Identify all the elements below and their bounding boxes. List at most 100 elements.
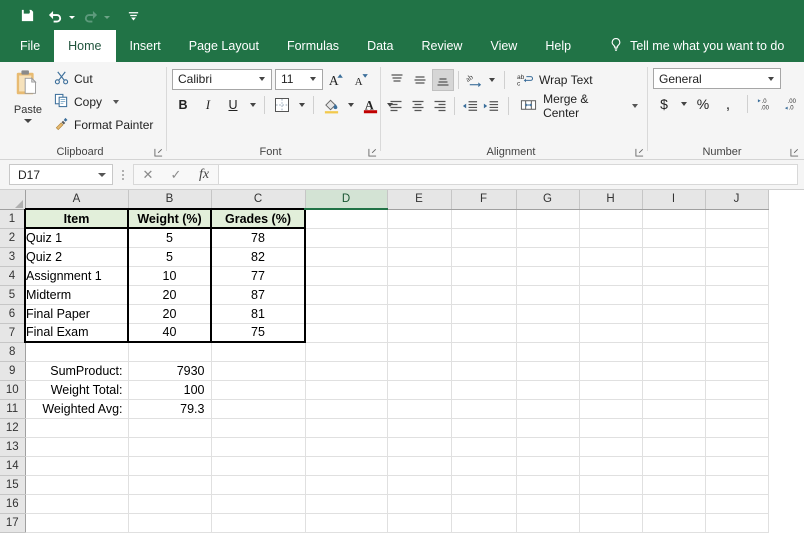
cell-e13[interactable] (387, 437, 452, 457)
cell-e3[interactable] (387, 247, 452, 267)
cell-a12[interactable] (25, 418, 129, 438)
align-middle-icon[interactable] (409, 69, 431, 91)
cell-h11[interactable] (579, 399, 643, 419)
cell-i6[interactable] (642, 304, 706, 324)
cell-d10[interactable] (305, 380, 388, 400)
cell-b13[interactable] (128, 437, 212, 457)
currency-format-button[interactable]: $ (653, 93, 675, 115)
cell-h14[interactable] (579, 456, 643, 476)
cell-d15[interactable] (305, 475, 388, 495)
font-dialog-launcher-icon[interactable] (368, 148, 377, 157)
cell-d8[interactable] (305, 342, 388, 362)
cell-g1[interactable] (516, 209, 580, 229)
font-size-combo[interactable]: 11 (275, 68, 323, 90)
cell-g4[interactable] (516, 266, 580, 286)
currency-dropdown-icon[interactable] (678, 93, 689, 115)
tab-insert[interactable]: Insert (116, 30, 175, 62)
cell-i17[interactable] (642, 513, 706, 533)
cell-h9[interactable] (579, 361, 643, 381)
cell-i5[interactable] (642, 285, 706, 305)
cell-d9[interactable] (305, 361, 388, 381)
undo-icon[interactable] (42, 3, 68, 27)
tab-view[interactable]: View (476, 30, 531, 62)
cell-c10[interactable] (211, 380, 306, 400)
row-header-1[interactable]: 1 (0, 209, 26, 229)
row-header-2[interactable]: 2 (0, 228, 26, 248)
cell-b9[interactable]: 7930 (128, 361, 212, 381)
column-header-i[interactable]: I (642, 190, 706, 210)
wrap-text-button[interactable]: ab c Wrap Text (512, 69, 597, 91)
borders-icon[interactable] (271, 94, 293, 116)
name-box[interactable]: D17 (9, 164, 113, 185)
cell-f3[interactable] (451, 247, 517, 267)
underline-dropdown-icon[interactable] (247, 94, 258, 116)
cell-j4[interactable] (705, 266, 769, 286)
cell-h2[interactable] (579, 228, 643, 248)
font-name-combo[interactable]: Calibri (172, 68, 272, 90)
tab-data[interactable]: Data (353, 30, 407, 62)
row-header-3[interactable]: 3 (0, 247, 26, 267)
cell-c8[interactable] (211, 342, 306, 362)
cell-i16[interactable] (642, 494, 706, 514)
cell-e5[interactable] (387, 285, 452, 305)
row-header-13[interactable]: 13 (0, 437, 26, 457)
row-header-6[interactable]: 6 (0, 304, 26, 324)
tell-me-search[interactable]: Tell me what you want to do (609, 30, 784, 62)
borders-dropdown-icon[interactable] (296, 94, 307, 116)
cell-j8[interactable] (705, 342, 769, 362)
cell-f14[interactable] (451, 456, 517, 476)
cell-b6[interactable]: 20 (127, 304, 212, 324)
row-header-7[interactable]: 7 (0, 323, 26, 343)
cell-h6[interactable] (579, 304, 643, 324)
cell-d4[interactable] (305, 266, 388, 286)
cell-f16[interactable] (451, 494, 517, 514)
cell-d11[interactable] (305, 399, 388, 419)
cell-f9[interactable] (451, 361, 517, 381)
cell-a3[interactable]: Quiz 2 (24, 247, 129, 267)
number-dialog-launcher-icon[interactable] (790, 148, 799, 157)
cell-i2[interactable] (642, 228, 706, 248)
cell-c12[interactable] (211, 418, 306, 438)
cell-a13[interactable] (25, 437, 129, 457)
cell-h4[interactable] (579, 266, 643, 286)
tab-help[interactable]: Help (531, 30, 585, 62)
cell-j3[interactable] (705, 247, 769, 267)
align-left-icon[interactable] (386, 95, 407, 117)
cell-e17[interactable] (387, 513, 452, 533)
redo-button[interactable] (77, 3, 110, 27)
enter-icon[interactable]: ✓ (162, 165, 190, 184)
cell-c3[interactable]: 82 (210, 247, 306, 267)
orientation-icon[interactable]: ab (463, 69, 485, 91)
row-header-10[interactable]: 10 (0, 380, 26, 400)
cell-i11[interactable] (642, 399, 706, 419)
cell-e14[interactable] (387, 456, 452, 476)
tab-home[interactable]: Home (54, 30, 116, 62)
column-header-a[interactable]: A (25, 190, 129, 210)
cell-g14[interactable] (516, 456, 580, 476)
increase-font-size-icon[interactable]: A (326, 68, 348, 90)
row-header-16[interactable]: 16 (0, 494, 26, 514)
cell-c6[interactable]: 81 (210, 304, 306, 324)
cell-j1[interactable] (705, 209, 769, 229)
cell-g11[interactable] (516, 399, 580, 419)
cell-d12[interactable] (305, 418, 388, 438)
row-header-4[interactable]: 4 (0, 266, 26, 286)
clipboard-dialog-launcher-icon[interactable] (154, 148, 163, 157)
cell-g12[interactable] (516, 418, 580, 438)
cell-b12[interactable] (128, 418, 212, 438)
cell-f17[interactable] (451, 513, 517, 533)
cell-f2[interactable] (451, 228, 517, 248)
cell-c9[interactable] (211, 361, 306, 381)
merge-center-dropdown-icon[interactable] (632, 104, 638, 108)
cell-a10[interactable]: Weight Total: (25, 380, 129, 400)
cell-d14[interactable] (305, 456, 388, 476)
cell-i14[interactable] (642, 456, 706, 476)
cell-b4[interactable]: 10 (127, 266, 212, 286)
formula-input[interactable] (219, 164, 798, 185)
cell-e6[interactable] (387, 304, 452, 324)
cell-d16[interactable] (305, 494, 388, 514)
cell-h12[interactable] (579, 418, 643, 438)
cell-c13[interactable] (211, 437, 306, 457)
cut-button[interactable]: Cut (51, 68, 156, 90)
cell-c14[interactable] (211, 456, 306, 476)
